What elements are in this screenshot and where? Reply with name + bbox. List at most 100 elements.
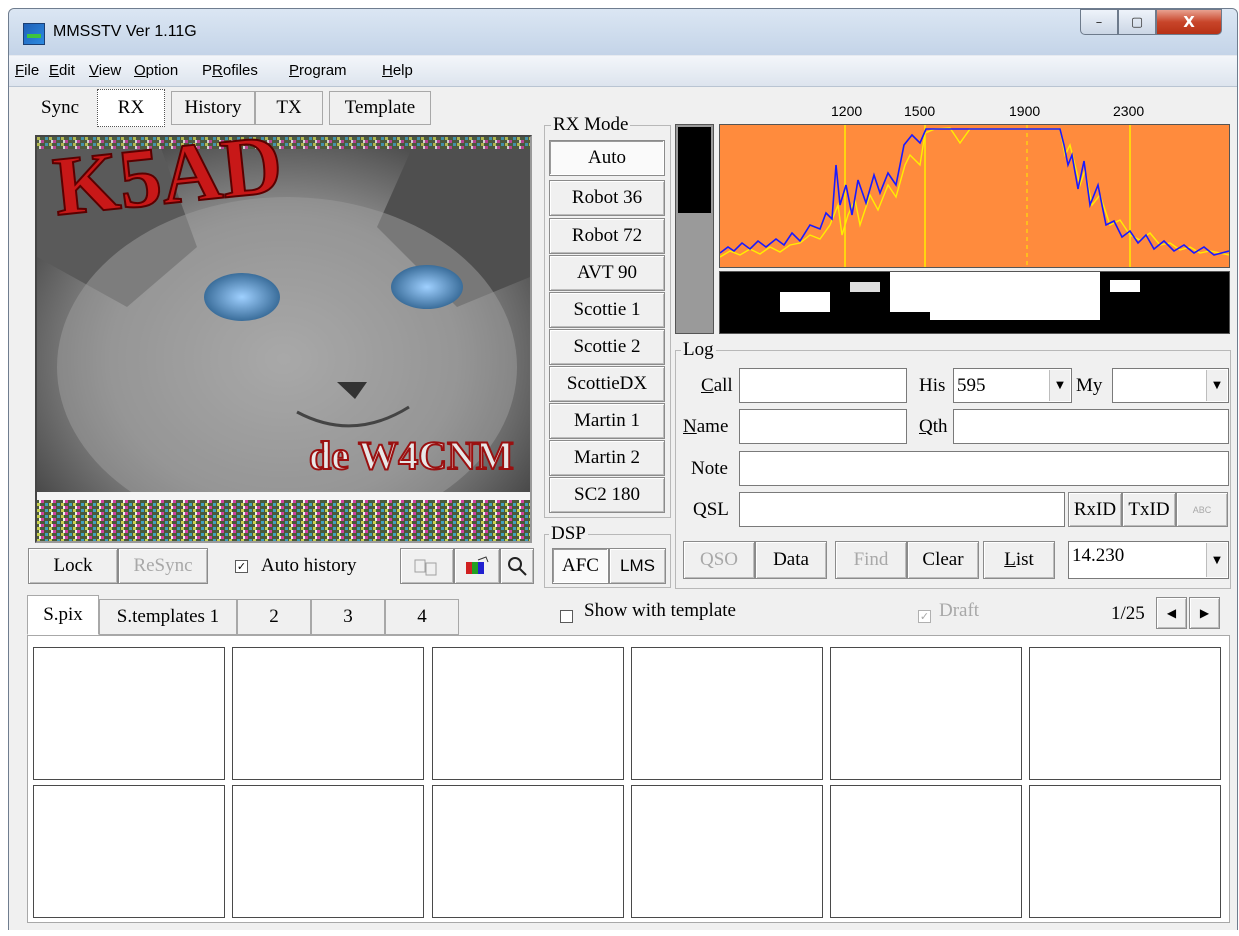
frequency-select[interactable]: 14.230 ▼ bbox=[1068, 541, 1229, 579]
mode-robot72[interactable]: Robot 72 bbox=[549, 218, 665, 254]
name-input[interactable] bbox=[739, 409, 907, 444]
note-input[interactable] bbox=[739, 451, 1229, 486]
my-rst-select[interactable]: ▼ bbox=[1112, 368, 1229, 403]
auto-history-checkbox[interactable]: ✓ bbox=[235, 560, 248, 573]
color-adjust-button[interactable] bbox=[454, 548, 500, 584]
mode-martin2[interactable]: Martin 2 bbox=[549, 440, 665, 476]
lms-button[interactable]: LMS bbox=[609, 548, 666, 584]
menu-option[interactable]: Option bbox=[134, 62, 178, 79]
rxid-button[interactable]: RxID bbox=[1068, 492, 1122, 527]
tab-s-templates-4[interactable]: 4 bbox=[385, 599, 459, 635]
his-rst-value: 595 bbox=[957, 374, 986, 396]
menu-edit[interactable]: Edit bbox=[49, 62, 75, 79]
call-input[interactable] bbox=[739, 368, 907, 403]
draft-checkbox[interactable]: ✓ bbox=[918, 610, 931, 623]
prev-page-button[interactable]: ◀ bbox=[1156, 597, 1187, 629]
maximize-icon: ▢ bbox=[1130, 14, 1144, 30]
mode-avt90[interactable]: AVT 90 bbox=[549, 255, 665, 291]
thumbnail-slot[interactable] bbox=[232, 785, 424, 918]
tab-history[interactable]: History bbox=[171, 91, 255, 125]
minimize-icon: – bbox=[1095, 14, 1103, 30]
tab-s-templates-1[interactable]: S.templates 1 bbox=[99, 599, 237, 635]
waterfall-display bbox=[719, 271, 1230, 334]
call-label: Call bbox=[701, 375, 733, 396]
thumbnail-slot[interactable] bbox=[33, 647, 225, 780]
tab-template[interactable]: Template bbox=[329, 91, 431, 125]
mode-auto[interactable]: Auto bbox=[549, 140, 665, 176]
qth-input[interactable] bbox=[953, 409, 1229, 444]
copy-image-button[interactable] bbox=[400, 548, 454, 584]
cat-eye-left bbox=[204, 273, 280, 321]
app-icon[interactable] bbox=[23, 23, 45, 45]
draft-label: Draft bbox=[939, 600, 980, 621]
arrow-right-icon: ▶ bbox=[1199, 606, 1210, 620]
close-icon: X bbox=[1183, 13, 1195, 31]
his-label: His bbox=[919, 375, 946, 396]
mode-scottiedx[interactable]: ScottieDX bbox=[549, 366, 665, 402]
thumbnail-slot[interactable] bbox=[631, 647, 823, 780]
qsl-input[interactable] bbox=[739, 492, 1065, 527]
resync-button[interactable]: ReSync bbox=[118, 548, 208, 584]
list-button[interactable]: List bbox=[983, 541, 1055, 579]
mode-martin1[interactable]: Martin 1 bbox=[549, 403, 665, 439]
mode-scottie2[interactable]: Scottie 2 bbox=[549, 329, 665, 365]
thumbnail-slot[interactable] bbox=[631, 785, 823, 918]
dsp-label: DSP bbox=[549, 523, 588, 545]
tab-s-pix[interactable]: S.pix bbox=[27, 595, 99, 635]
thumbnail-slot[interactable] bbox=[432, 647, 624, 780]
received-sstv-picture: K5AD de W4CNM bbox=[37, 137, 530, 541]
title-bar[interactable]: MMSSTV Ver 1.11G – ▢ X bbox=[9, 9, 1237, 55]
app-window: MMSSTV Ver 1.11G – ▢ X File Edit View Op… bbox=[8, 8, 1238, 930]
lock-button[interactable]: Lock bbox=[28, 548, 118, 584]
frequency-value: 14.230 bbox=[1072, 545, 1125, 566]
find-button[interactable]: Find bbox=[835, 541, 907, 579]
rx-image[interactable]: K5AD de W4CNM bbox=[35, 135, 532, 543]
page-counter: 1/25 bbox=[1111, 603, 1145, 624]
tab-s-templates-3[interactable]: 3 bbox=[311, 599, 385, 635]
qso-button[interactable]: QSO bbox=[683, 541, 755, 579]
show-with-template-checkbox[interactable] bbox=[560, 610, 573, 623]
thumbnail-slot[interactable] bbox=[1029, 647, 1221, 780]
tab-tx[interactable]: TX bbox=[255, 91, 323, 125]
next-page-button[interactable]: ▶ bbox=[1189, 597, 1220, 629]
copy-icon bbox=[414, 559, 437, 576]
window-title: MMSSTV Ver 1.11G bbox=[53, 23, 197, 40]
thumbnail-slot[interactable] bbox=[1029, 785, 1221, 918]
rx-image-bottom-text: de W4CNM bbox=[309, 433, 514, 478]
thumbnail-slot[interactable] bbox=[432, 785, 624, 918]
auto-history-label: Auto history bbox=[261, 555, 357, 576]
data-button[interactable]: Data bbox=[755, 541, 827, 579]
afc-button[interactable]: AFC bbox=[552, 548, 609, 584]
menu-bar: File Edit View Option PRofiles Program H… bbox=[9, 56, 1237, 87]
tab-s-templates-2[interactable]: 2 bbox=[237, 599, 311, 635]
log-label: Log bbox=[681, 339, 716, 361]
menu-view[interactable]: View bbox=[89, 62, 121, 79]
menu-program[interactable]: Program bbox=[289, 62, 347, 79]
qsl-label: QSL bbox=[693, 499, 729, 520]
close-button[interactable]: X bbox=[1156, 9, 1222, 35]
thumbnail-slot[interactable] bbox=[830, 785, 1022, 918]
menu-profiles[interactable]: PRofiles bbox=[202, 62, 258, 79]
rx-mode-label: RX Mode bbox=[551, 114, 631, 136]
minimize-button[interactable]: – bbox=[1080, 9, 1118, 35]
thumbnail-slot[interactable] bbox=[232, 647, 424, 780]
mode-scottie1[interactable]: Scottie 1 bbox=[549, 292, 665, 328]
tab-sync[interactable]: Sync bbox=[27, 91, 93, 125]
my-label: My bbox=[1076, 375, 1103, 396]
mode-robot36[interactable]: Robot 36 bbox=[549, 180, 665, 216]
maximize-button[interactable]: ▢ bbox=[1118, 9, 1156, 35]
clear-button[interactable]: Clear bbox=[907, 541, 979, 579]
mode-sc2180[interactable]: SC2 180 bbox=[549, 477, 665, 513]
waterfall-image bbox=[720, 272, 1229, 333]
tab-rx[interactable]: RX bbox=[97, 89, 165, 127]
qth-label: Qth bbox=[919, 416, 948, 437]
abc-button[interactable]: ABC bbox=[1176, 492, 1228, 527]
signal-level-fill bbox=[678, 127, 711, 213]
menu-help[interactable]: Help bbox=[382, 62, 413, 79]
txid-button[interactable]: TxID bbox=[1122, 492, 1176, 527]
thumbnail-slot[interactable] bbox=[830, 647, 1022, 780]
his-rst-select[interactable]: 595 ▼ bbox=[953, 368, 1072, 403]
thumbnail-slot[interactable] bbox=[33, 785, 225, 918]
menu-file[interactable]: File bbox=[15, 62, 39, 79]
zoom-button[interactable] bbox=[500, 548, 534, 584]
